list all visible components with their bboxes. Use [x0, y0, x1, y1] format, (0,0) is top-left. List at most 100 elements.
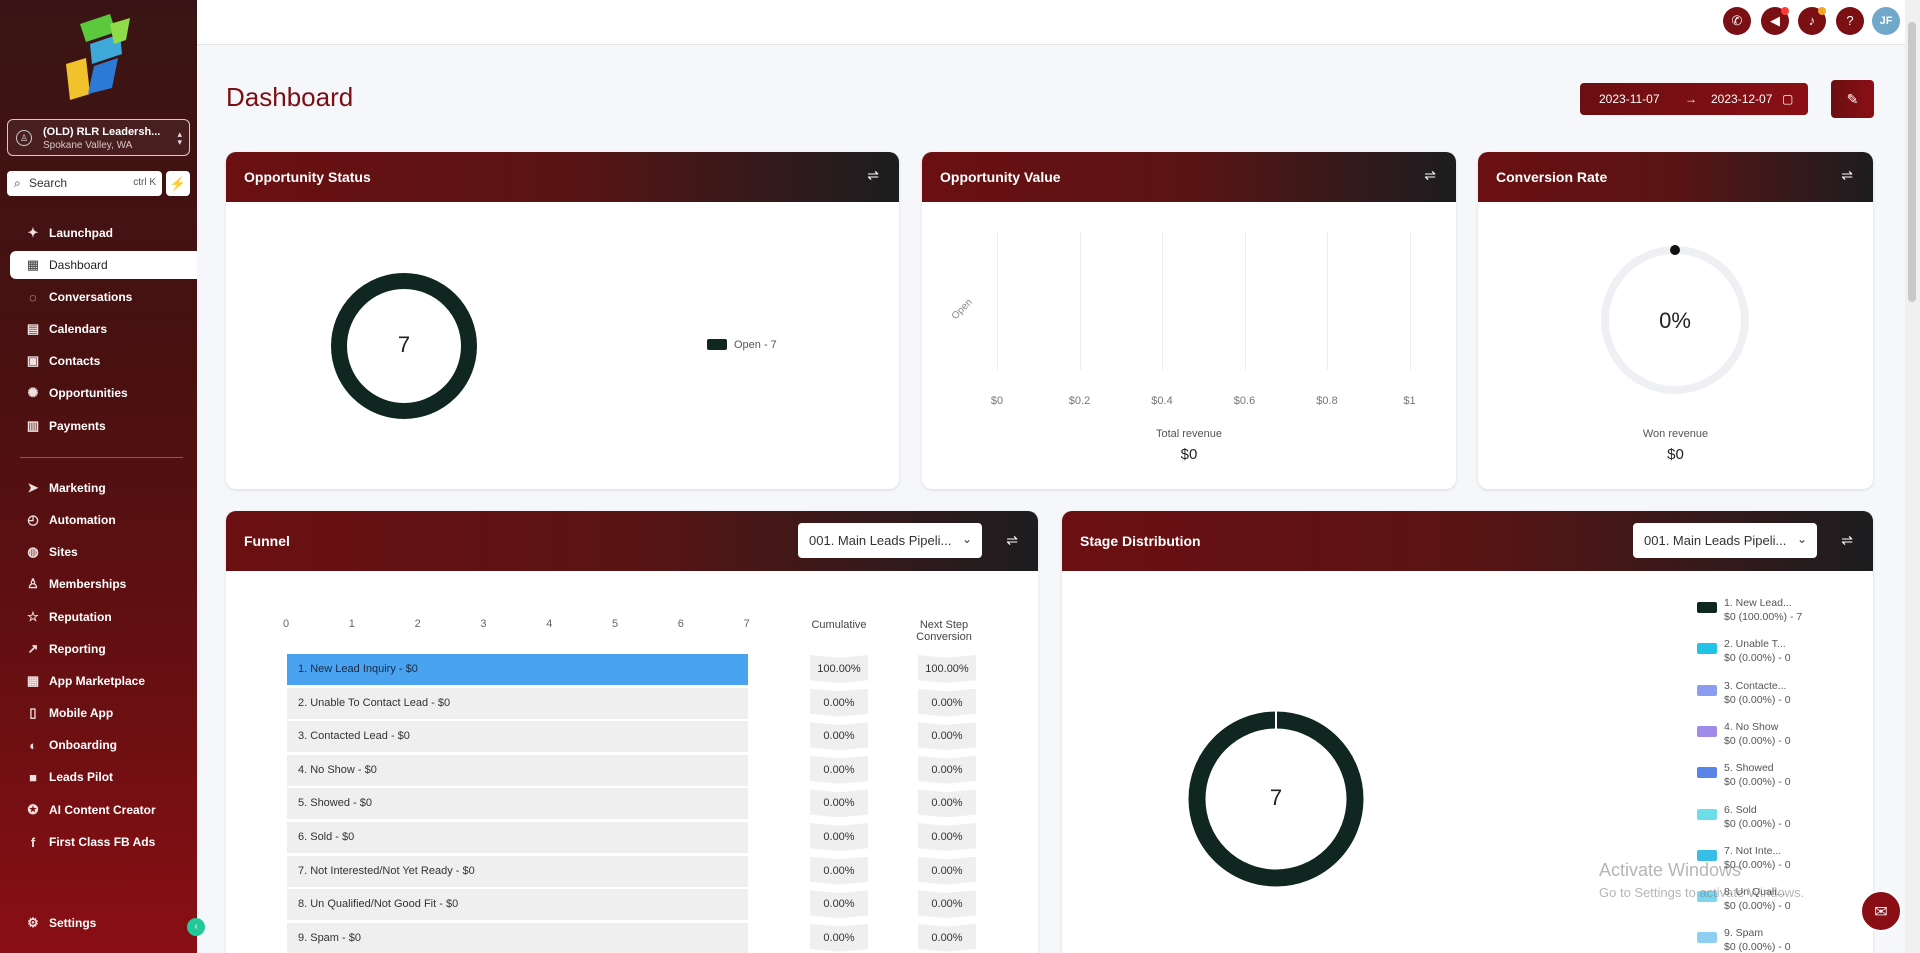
next-step-cell: 100.00% [918, 655, 976, 683]
next-step-cell: 0.00% [918, 823, 976, 851]
calendar-icon: ▤ [26, 321, 40, 336]
sidebar-item-sites[interactable]: ◍ Sites [10, 538, 197, 566]
sidebar-item-first-class-fb-ads[interactable]: f First Class FB Ads [10, 828, 197, 856]
sidebar-item-reporting[interactable]: ↗ Reporting [10, 635, 197, 663]
sidebar-item-payments[interactable]: ▥ Payments [10, 412, 197, 440]
card-title: Opportunity Value [940, 169, 1061, 185]
scrollbar-thumb[interactable] [1908, 22, 1916, 302]
sidebar-collapse-button[interactable]: ‹ [187, 918, 205, 936]
funnel-stage-row[interactable]: 3. Contacted Lead - $0 [287, 721, 748, 753]
grid-line [997, 232, 998, 370]
top-bar: ✆ ◀ ♪ ? JF [197, 0, 1920, 45]
sidebar-item-label: Sites [49, 545, 78, 559]
chart-line-icon: ↗ [27, 641, 39, 656]
help-button[interactable]: ? [1836, 7, 1864, 35]
legend-stage-value: $0 (0.00%) - 0 [1724, 693, 1791, 706]
card-header: Stage Distribution 001. Main Leads Pipel… [1062, 511, 1873, 571]
funnel-stage-label: 3. Contacted Lead - $0 [298, 730, 410, 743]
card-header: Conversion Rate ⇌ [1478, 152, 1873, 202]
legend-stage-name: 9. Spam [1724, 927, 1764, 940]
search-input[interactable]: ⌕ Search ctrl K [7, 171, 162, 196]
funnel-stage-row[interactable]: 4. No Show - $0 [287, 754, 748, 786]
funnel-stage-row[interactable]: 7. Not Interested/Not Yet Ready - $0 [287, 855, 748, 887]
sidebar-item-calendars[interactable]: ▤ Calendars [10, 315, 197, 343]
ai-icon: ✪ [27, 802, 39, 817]
sidebar-item-label: First Class FB Ads [49, 835, 156, 849]
date-range-picker[interactable]: 2023-11-07 → 2023-12-07 ▢ [1580, 83, 1808, 115]
phone-button[interactable]: ✆ [1723, 7, 1751, 35]
filter-settings-button[interactable]: ⇌ [1841, 532, 1853, 549]
sidebar-item-contacts[interactable]: ▣ Contacts [10, 347, 197, 375]
grid-line [1244, 232, 1246, 370]
sidebar-item-app-marketplace[interactable]: ▦ App Marketplace [10, 667, 197, 695]
sidebar-item-reputation[interactable]: ☆ Reputation [10, 603, 197, 631]
location-switcher[interactable]: ♙ (OLD) RLR Leadersh... Spokane Valley, … [7, 119, 190, 156]
leads-icon: ■ [29, 769, 37, 785]
conversion-rate-card: Conversion Rate ⇌ 0% Won revenue $0 [1478, 152, 1873, 489]
grid-line [1327, 232, 1328, 370]
x-tick-label: $0 [990, 395, 1004, 407]
funnel-stage-label: 1. New Lead Inquiry - $0 [298, 663, 418, 675]
pipeline-select-value: 001. Main Leads Pipeli... [809, 533, 952, 548]
next-step-cell: 0.00% [918, 789, 976, 818]
filter-settings-button[interactable]: ⇌ [1841, 167, 1853, 184]
filter-settings-button[interactable]: ⇌ [867, 167, 879, 184]
legend-stage-value: $0 (0.00%) - 0 [1724, 941, 1791, 953]
legend-swatch [1697, 684, 1717, 696]
x-tick-label: $0.2 [1068, 395, 1091, 407]
sidebar-item-ai-content-creator[interactable]: ✪ AI Content Creator [10, 796, 197, 824]
donut-center-value: 7 [1269, 785, 1283, 810]
filter-settings-button[interactable]: ⇌ [1006, 532, 1018, 549]
sidebar-item-memberships[interactable]: ♙ Memberships [10, 570, 197, 598]
sliders-icon: ⇌ [1424, 167, 1436, 183]
sidebar-item-launchpad[interactable]: ✦ Launchpad [10, 219, 197, 247]
legend-stage-value: $0 (0.00%) - 0 [1724, 817, 1791, 830]
sidebar-item-dashboard[interactable]: ▦ Dashboard [10, 251, 197, 279]
sidebar-item-leads-pilot[interactable]: ■ Leads Pilot [10, 763, 197, 791]
sidebar-item-settings[interactable]: ⚙ Settings [10, 909, 197, 937]
card-header: Opportunity Value ⇌ [922, 152, 1456, 202]
sidebar-item-onboarding[interactable]: ◐ Onboarding [10, 731, 197, 759]
quick-action-button[interactable]: ⚡ [166, 171, 190, 196]
bell-icon: ♪ [1808, 13, 1816, 28]
sidebar-item-marketing[interactable]: ➤ Marketing [10, 474, 197, 502]
sidebar-item-automation[interactable]: ◴ Automation [10, 506, 197, 534]
y-axis-label: Open [949, 296, 975, 323]
user-avatar[interactable]: JF [1872, 7, 1900, 35]
funnel-stage-label: 7. Not Interested/Not Yet Ready - $0 [298, 864, 475, 877]
funnel-stage-row[interactable]: 8. Un Qualified/Not Good Fit - $0 [287, 889, 748, 921]
sidebar-item-label: Reputation [49, 610, 112, 624]
legend-stage-value: $0 (0.00%) - 0 [1724, 734, 1791, 747]
legend-open: Open - 7 [734, 339, 777, 351]
funnel-stage-row[interactable]: 9. Spam - $0 [287, 922, 748, 953]
sidebar-item-label: Launchpad [49, 226, 114, 240]
funnel-stage-row[interactable]: 5. Showed - $0 [287, 788, 748, 820]
sidebar-item-label: Automation [49, 513, 116, 527]
support-chat-button[interactable]: ✉ [1860, 890, 1902, 932]
announcements-button[interactable]: ◀ [1761, 7, 1789, 35]
sidebar-item-mobile-app[interactable]: ▯ Mobile App [10, 699, 197, 727]
funnel-axis-tick: 6 [677, 618, 684, 630]
next-step-cell: 0.00% [918, 856, 976, 885]
funnel-stage-row[interactable]: 6. Sold - $0 [287, 822, 748, 853]
payments-icon: ▥ [26, 418, 40, 433]
funnel-stage-row[interactable]: 2. Unable To Contact Lead - $0 [287, 687, 748, 719]
funnel-stage-label: 9. Spam - $0 [298, 931, 361, 944]
sidebar-item-label: Settings [49, 916, 97, 930]
chevron-left-icon: ‹ [194, 921, 198, 932]
edit-dashboard-button[interactable]: ✎ [1831, 80, 1874, 118]
sidebar-item-label: Contacts [49, 354, 101, 368]
pipeline-select[interactable]: 001. Main Leads Pipeli... ⌄ [798, 523, 982, 558]
next-step-cell: 0.00% [918, 755, 976, 784]
x-tick-label: $0.6 [1233, 395, 1256, 407]
send-icon: ➤ [27, 480, 39, 495]
cumulative-cell: 0.00% [810, 755, 868, 784]
notifications-button[interactable]: ♪ [1798, 7, 1826, 35]
sidebar-item-conversations[interactable]: ◌ Conversations [10, 283, 197, 311]
next-step-cell: 0.00% [918, 890, 976, 919]
pipeline-select[interactable]: 001. Main Leads Pipeli... ⌄ [1633, 523, 1817, 558]
funnel-stage-row[interactable]: 1. New Lead Inquiry - $0 [287, 654, 748, 685]
sidebar-item-opportunities[interactable]: ✺ Opportunities [10, 379, 197, 407]
filter-settings-button[interactable]: ⇌ [1424, 167, 1436, 184]
cumulative-cell: 0.00% [810, 688, 868, 717]
